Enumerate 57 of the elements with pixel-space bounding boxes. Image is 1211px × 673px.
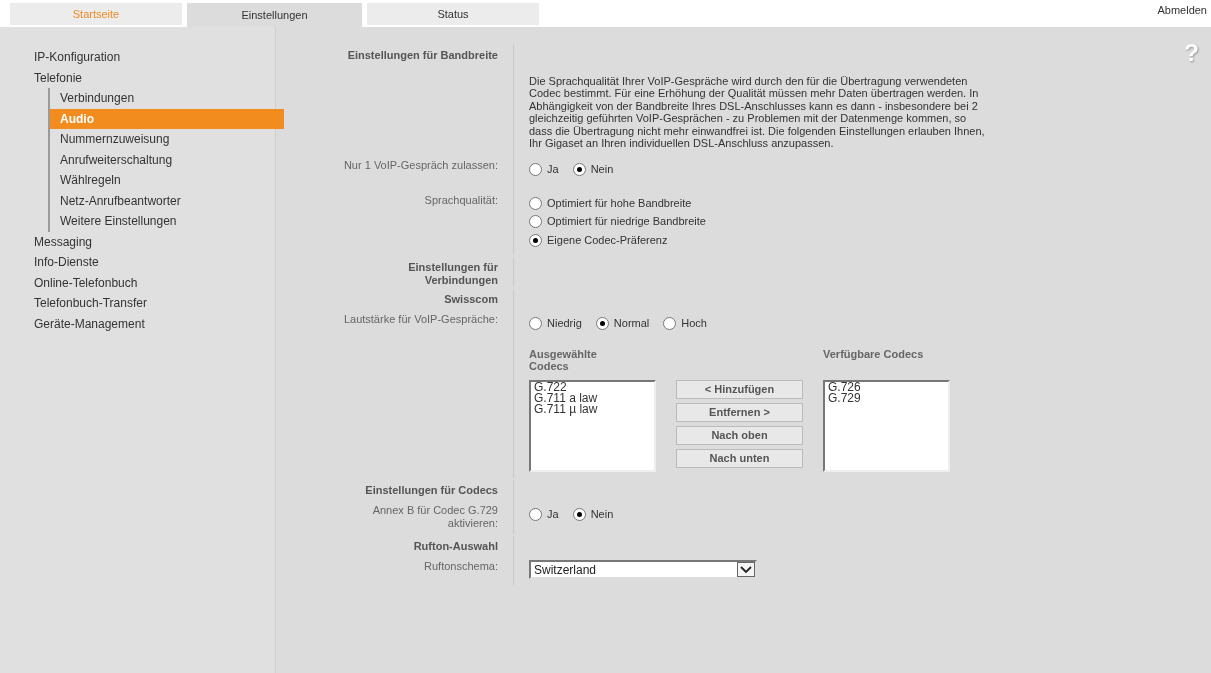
sidebar-item[interactable]: Netz-Anrufbeantworter (50, 190, 284, 211)
tab[interactable]: Status (367, 3, 539, 25)
sidebar-item[interactable]: Nummernzuweisung (50, 129, 284, 150)
sidebar-item[interactable]: Verbindungen (50, 88, 284, 109)
section-heading: Einstellungen für Bandbreite (347, 49, 498, 62)
radio-button[interactable] (529, 163, 542, 177)
codec-button[interactable]: < Hinzufügen (676, 379, 803, 399)
option-label: Niedrig (547, 316, 582, 332)
section-heading: Einstellungen für Codecs (365, 483, 498, 497)
option-label: Nein (590, 162, 614, 178)
radio-button[interactable] (529, 317, 542, 331)
tab[interactable]: Einstellungen (187, 3, 362, 27)
sidebar-item[interactable]: Weitere Einstellungen (50, 211, 284, 232)
radio-button[interactable] (529, 196, 542, 210)
dropdown-caret-icon[interactable] (737, 562, 755, 578)
section-heading: Rufton-Auswahl (413, 540, 498, 554)
sidebar-item[interactable]: Telefonbuch-Transfer (34, 293, 275, 314)
logout-link[interactable]: Abmelden (1157, 2, 1207, 19)
radio-button[interactable] (663, 317, 677, 331)
option-label: Hoch (681, 316, 707, 332)
section-heading: Einstellungen für Verbindungen (407, 261, 498, 288)
option-label: Eigene Codec-Präferenz (547, 232, 668, 248)
field-label: Sprachqualität: (424, 193, 498, 207)
radio-button[interactable] (529, 233, 542, 247)
radio-button[interactable] (529, 215, 542, 229)
description-text: Die Sprachqualität Ihrer VoIP-Gespräche wird durch den für die Übertragung verwendeten Codec bestimmt. Für eine Erhöhung der Qualität müssen mehr Daten übertragen werden. In Abhängigkeit von der Bandbreite Ihres DSL-Anschlusses kann es dann - insbesondere bei 2 gleichzeitig geführten VoIP-Gesprächen - zu Problemen mit der Datenmenge kommen, so dass die Übertragung nicht mehr einwandfrei ist. Die folgenden Einstellungen erlauben Ihnen, Ihr Gigaset an Ihren individuellen DSL-Anschluss anzupassen. (529, 74, 986, 150)
codec-button[interactable]: Nach oben (676, 425, 803, 445)
sidebar-item[interactable]: Wählregeln (50, 170, 284, 191)
option-label: Ja (547, 506, 559, 522)
codec-list[interactable]: G.722 G.711 a law G.711 µ law (529, 379, 656, 472)
radio-button[interactable] (572, 163, 586, 177)
option-label: Normal (613, 316, 650, 332)
option-label: Optimiert für hohe Bandbreite (547, 195, 692, 211)
sidebar-item[interactable]: Geräte-Management (34, 313, 275, 334)
list-title: Ausgewählte Codecs (529, 347, 598, 374)
field-label: Ruftonschema: (424, 560, 498, 574)
radio-button[interactable] (595, 317, 609, 331)
sidebar-item[interactable]: Online-Telefonbuch (34, 272, 275, 293)
codec-button[interactable]: Nach unten (676, 448, 803, 468)
codec-button[interactable]: Entfernen > (676, 402, 803, 422)
field-label: Lautstärke für VoIP-Gespräche: (343, 313, 498, 327)
ringtone-select[interactable]: Switzerland (529, 560, 757, 580)
field-label: Annex B für Codec G.729 aktivieren: (371, 503, 498, 530)
sidebar-item[interactable]: Telefonie (34, 67, 275, 88)
radio-button[interactable] (572, 507, 586, 521)
radio-button[interactable] (529, 507, 542, 521)
sidebar-item[interactable]: IP-Konfiguration (34, 47, 275, 68)
codec-list[interactable]: G.726 G.729 (823, 379, 950, 472)
list-title: Verfügbare Codecs (823, 347, 925, 362)
section-heading: Swisscom (444, 293, 498, 307)
sidebar-item[interactable]: Info-Dienste (34, 252, 275, 273)
option-label: Ja (547, 162, 559, 178)
option-label: Nein (590, 506, 614, 522)
option-label: Optimiert für niedrige Bandbreite (547, 214, 706, 230)
sidebar-item[interactable]: Messaging (34, 231, 275, 252)
field-label: Nur 1 VoIP-Gespräch zulassen: (343, 159, 498, 173)
sidebar-item[interactable]: Anrufweiterschaltung (50, 149, 284, 170)
